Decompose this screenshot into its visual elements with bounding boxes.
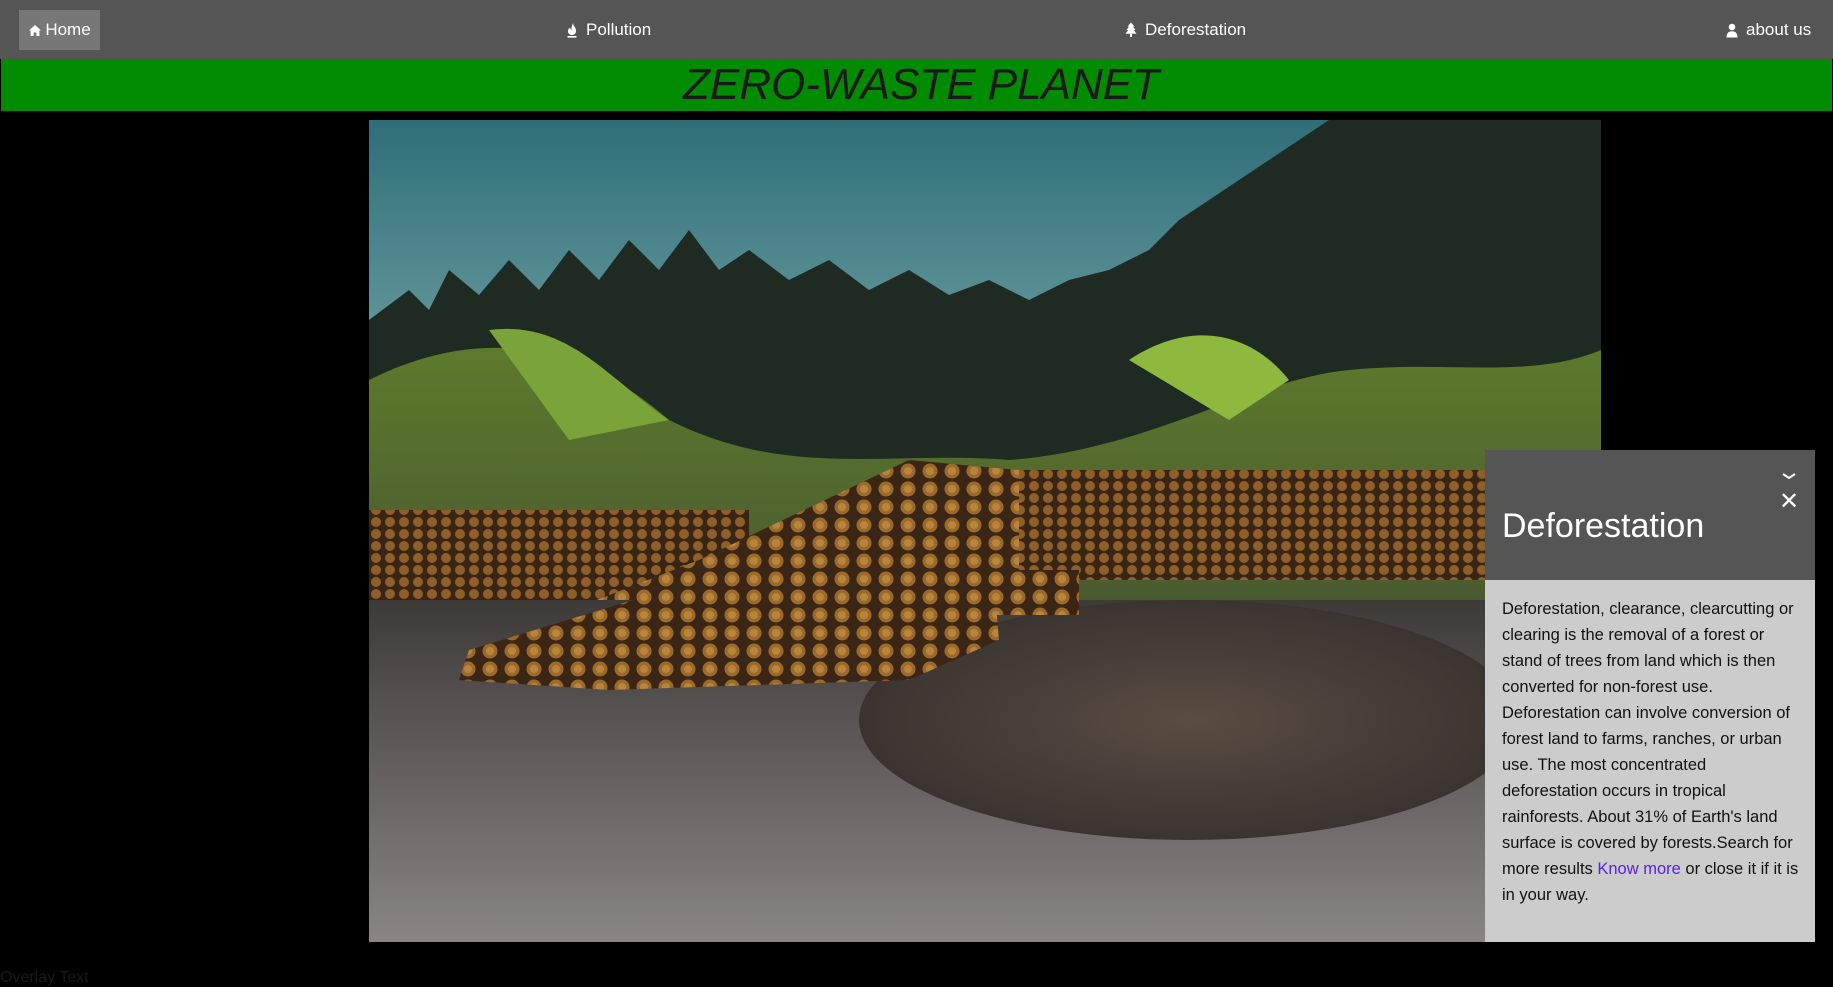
home-icon [28,24,42,37]
popup-body-text: Deforestation, clearance, clearcutting o… [1502,600,1794,878]
popup-header: ✕ Deforestation [1485,450,1815,580]
site-title: ZERO-WASTE PLANET [683,60,1159,109]
nav-deforestation-link[interactable]: Deforestation [1125,10,1246,50]
nav-about-link[interactable]: about us [1726,10,1811,50]
tree-icon [1125,22,1137,38]
nav-pollution-link[interactable]: Pollution [566,10,651,50]
know-more-link[interactable]: Know more [1597,860,1680,878]
overlay-text: Overlay Text [0,969,89,986]
nav-home-link[interactable]: Home [19,10,100,50]
hero-forest-image [369,120,1601,942]
popup-body: Deforestation, clearance, clearcutting o… [1502,596,1805,908]
nav-about-label: about us [1746,20,1812,39]
nav-home-label: Home [45,20,91,39]
popup-title: Deforestation [1502,507,1705,545]
close-icon[interactable]: ✕ [1779,490,1799,514]
site-banner: ZERO-WASTE PLANET [1,59,1832,111]
fire-icon [566,22,578,38]
nav-pollution-label: Pollution [586,20,652,39]
top-navbar: Home Pollution Deforestation about us [0,0,1833,59]
deforestation-info-popup: ✕ Deforestation Deforestation, clearance… [1485,450,1815,942]
chevron-down-icon[interactable] [1782,466,1796,480]
user-icon [1726,23,1738,38]
nav-deforestation-label: Deforestation [1145,20,1247,39]
